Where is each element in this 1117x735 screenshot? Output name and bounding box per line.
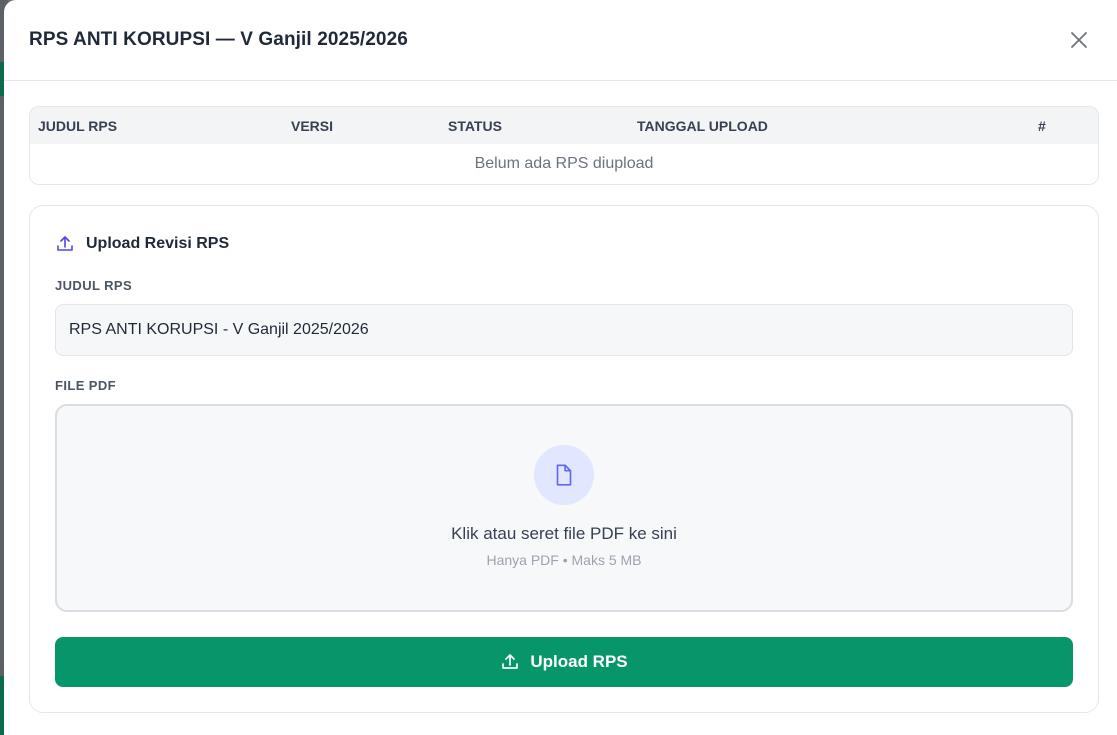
- close-button[interactable]: [1067, 28, 1091, 52]
- upload-section-title: Upload Revisi RPS: [55, 234, 229, 254]
- rps-modal: RPS ANTI KORUPSI — V Ganjil 2025/2026 JU…: [4, 0, 1117, 735]
- upload-rps-button[interactable]: Upload RPS: [55, 637, 1073, 687]
- column-header-status[interactable]: STATUS: [448, 118, 502, 134]
- column-header-actions: #: [1038, 118, 1046, 134]
- dropzone-hint: Hanya PDF • Maks 5 MB: [486, 552, 642, 568]
- modal-header: RPS ANTI KORUPSI — V Ganjil 2025/2026: [4, 0, 1117, 81]
- column-header-tanggal[interactable]: TANGGAL UPLOAD: [637, 118, 768, 134]
- upload-icon: [502, 654, 519, 669]
- upload-icon: [57, 236, 73, 251]
- column-header-versi[interactable]: VERSI: [291, 118, 333, 134]
- judul-rps-label: JUDUL RPS: [55, 278, 133, 293]
- upload-button-label: Upload RPS: [530, 652, 628, 671]
- judul-rps-input[interactable]: [55, 304, 1073, 356]
- column-header-judul[interactable]: JUDUL RPS: [38, 118, 117, 134]
- file-icon: [556, 464, 572, 486]
- pdf-dropzone[interactable]: Klik atau seret file PDF ke sini Hanya P…: [55, 404, 1073, 612]
- upload-section-label: Upload Revisi RPS: [86, 235, 230, 252]
- file-pdf-label: FILE PDF: [55, 378, 116, 393]
- file-icon-circle: [534, 445, 594, 505]
- modal-title: RPS ANTI KORUPSI — V Ganjil 2025/2026: [29, 29, 408, 50]
- table-empty-message: Belum ada RPS diupload: [474, 155, 654, 172]
- dropzone-text: Klik atau seret file PDF ke sini: [451, 524, 677, 543]
- upload-revision-card: Upload Revisi RPS JUDUL RPS FILE PDF Kli…: [29, 205, 1099, 713]
- rps-table: JUDUL RPS VERSI STATUS TANGGAL UPLOAD # …: [29, 106, 1099, 185]
- table-header: JUDUL RPS VERSI STATUS TANGGAL UPLOAD #: [30, 107, 1098, 144]
- close-icon[interactable]: [1069, 30, 1089, 50]
